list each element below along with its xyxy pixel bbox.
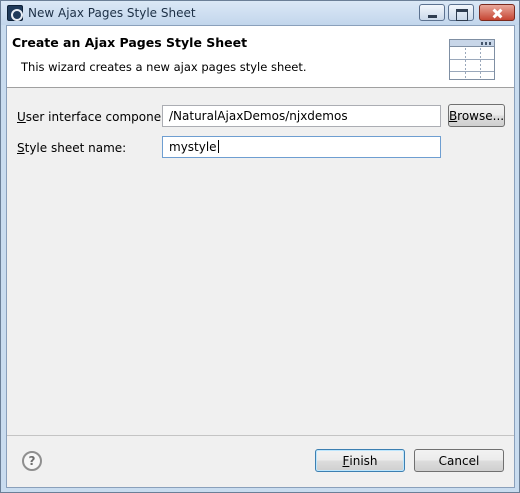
title-bar[interactable]: New Ajax Pages Style Sheet xyxy=(1,1,519,25)
style-sheet-name-label: Style sheet name: xyxy=(17,141,126,155)
style-sheet-wizard-icon xyxy=(449,39,495,80)
style-sheet-name-label-text: Style sheet name: xyxy=(17,141,127,155)
footer-separator xyxy=(7,435,514,436)
dialog-window: New Ajax Pages Style Sheet Create an Aja… xyxy=(0,0,520,493)
maximize-icon xyxy=(449,5,473,21)
help-icon[interactable]: ? xyxy=(22,451,42,471)
wizard-title: Create an Ajax Pages Style Sheet xyxy=(12,35,248,50)
minimize-button[interactable] xyxy=(419,4,445,21)
maximize-button[interactable] xyxy=(448,4,474,21)
minimize-icon xyxy=(420,5,444,20)
ui-component-input[interactable]: /NaturalAjaxDemos/njxdemos xyxy=(162,105,441,127)
style-sheet-name-value: mystyle xyxy=(169,140,217,154)
eclipse-icon xyxy=(7,5,23,21)
close-button[interactable] xyxy=(479,4,515,21)
window-title: New Ajax Pages Style Sheet xyxy=(28,6,196,20)
cancel-button[interactable]: Cancel xyxy=(414,449,504,472)
close-icon xyxy=(480,5,514,20)
text-caret xyxy=(217,140,219,153)
finish-button[interactable]: Finish xyxy=(315,449,405,472)
ui-component-label-text: User interface component: xyxy=(17,110,178,124)
browse-button[interactable]: Browse... xyxy=(448,104,505,127)
wizard-banner: Create an Ajax Pages Style Sheet This wi… xyxy=(7,26,514,88)
wizard-description: This wizard creates a new ajax pages sty… xyxy=(21,60,307,74)
dialog-body: Create an Ajax Pages Style Sheet This wi… xyxy=(6,25,515,488)
style-sheet-name-input[interactable]: mystyle xyxy=(162,136,441,158)
ui-component-label: User interface component: xyxy=(17,110,177,124)
